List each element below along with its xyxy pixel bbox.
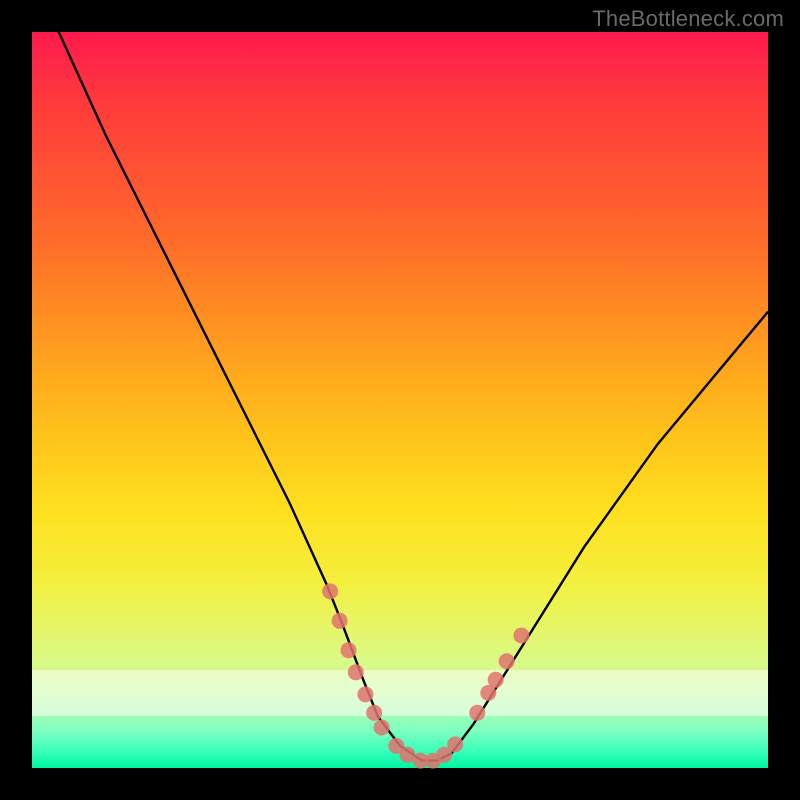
cluster-dot [488,672,504,688]
cluster-dot [366,705,382,721]
dot-cluster [322,583,529,768]
curve-layer [32,32,768,768]
cluster-dot [469,705,485,721]
cluster-dot [513,628,529,644]
cluster-dot [348,664,364,680]
cluster-dot [341,642,357,658]
bottleneck-curve [32,0,768,761]
cluster-dot [447,736,463,752]
cluster-dot [374,720,390,736]
cluster-dot [499,653,515,669]
cluster-dot [357,686,373,702]
chart-frame: TheBottleneck.com [0,0,800,800]
cluster-dot [322,583,338,599]
cluster-dot [332,613,348,629]
watermark-text: TheBottleneck.com [592,6,784,32]
plot-area [32,32,768,768]
